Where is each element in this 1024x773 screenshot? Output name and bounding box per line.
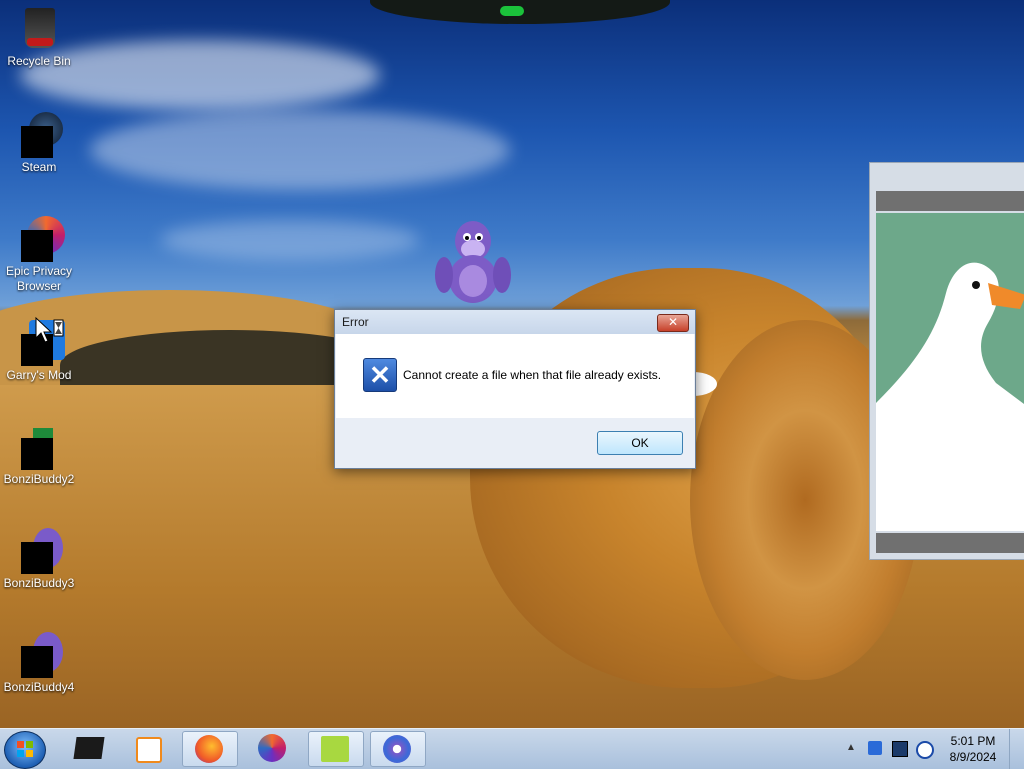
desktop-icon-label: Epic Privacy Browser [5,264,73,293]
taskbar-item-media-player[interactable] [120,731,174,765]
bonzibuddy-icon [15,526,63,574]
goose-icon [321,736,349,762]
windows-logo-icon [17,741,33,757]
explorer-icon [73,737,105,759]
volume-icon[interactable] [916,741,934,759]
clock-time: 5:01 PM [950,734,996,748]
taskbar-item-explorer[interactable] [62,731,116,765]
status-led [500,6,524,16]
dialog-title: Error [335,310,695,334]
desktop-icon-recycle-bin[interactable]: Recycle Bin [1,4,77,69]
dialog-message: Cannot create a file when that file alre… [403,368,662,382]
desktop-icon-label: Garry's Mod [6,368,72,382]
desktop-icon-label: Recycle Bin [7,54,71,68]
show-hidden-icons-icon[interactable]: ▲ [846,741,860,755]
error-x-icon: ✕ [363,358,397,392]
dialog-body: ✕ Cannot create a file when that file al… [336,334,694,418]
desktop-icon-label: BonziBuddy2 [3,472,75,486]
desktop-icon-label: Steam [21,160,57,174]
desktop-icon-bonzibuddy4[interactable]: BonziBuddy4 [1,630,77,695]
media-player-icon [136,737,162,763]
steam-icon [15,110,63,158]
taskbar-item-bonzibuddy[interactable] [370,731,426,767]
dialog-close-button[interactable]: ✕ [657,314,689,332]
cloud [160,220,420,260]
bonzibuddy-icon [15,630,63,678]
desktop-icon-steam[interactable]: Steam [1,110,77,175]
bluetooth-icon[interactable] [868,741,882,755]
cloud [90,110,510,190]
goose-image [876,213,1024,531]
mouse-cursor-icon [35,316,64,343]
goose-window-bar [876,191,1024,211]
taskbar-item-epic-browser[interactable] [246,731,300,765]
goose-window[interactable] [869,162,1024,560]
clock[interactable]: 5:01 PM 8/9/2024 [946,733,1000,765]
epic-browser-icon [15,214,65,262]
bonzibuddy-icon [383,735,411,763]
error-dialog: Error ✕ ✕ Cannot create a file when that… [334,309,696,469]
desktop: Recycle Bin Steam Epic Privacy Browser G… [0,0,1024,728]
desktop-icon-bonzibuddy2[interactable]: BonziBuddy2 [1,422,77,487]
desktop-icon-label: BonziBuddy4 [3,680,75,694]
ok-button[interactable]: OK [597,431,683,455]
goose-window-bar [876,533,1024,553]
clock-date: 8/9/2024 [949,750,997,764]
start-button[interactable] [4,731,46,769]
network-icon[interactable] [892,741,908,757]
desktop-icon-label: BonziBuddy3 [3,576,75,590]
desktop-icon-epic-privacy-browser[interactable]: Epic Privacy Browser [1,214,77,294]
taskbar: ▲ 5:01 PM 8/9/2024 [0,728,1024,769]
show-desktop-button[interactable] [1009,729,1024,769]
recycle-bin-icon [15,4,63,52]
taskbar-item-goose[interactable] [308,731,364,767]
taskbar-item-firefox[interactable] [182,731,238,767]
desktop-icon-bonzibuddy3[interactable]: BonziBuddy3 [1,526,77,591]
firefox-icon [195,735,223,763]
bonzibuddy-icon [15,422,63,470]
epic-browser-icon [258,734,286,762]
